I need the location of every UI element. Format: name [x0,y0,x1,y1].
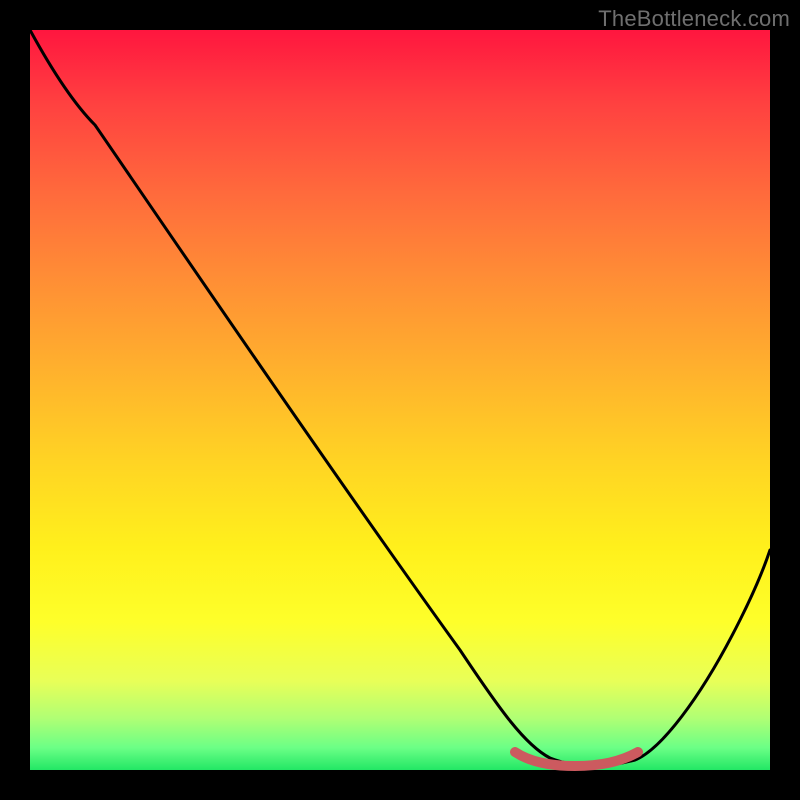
chart-container: TheBottleneck.com [0,0,800,800]
curve-layer [30,30,770,770]
optimal-flat-segment [515,752,638,766]
attribution-text: TheBottleneck.com [598,6,790,32]
bottleneck-curve [30,30,770,766]
